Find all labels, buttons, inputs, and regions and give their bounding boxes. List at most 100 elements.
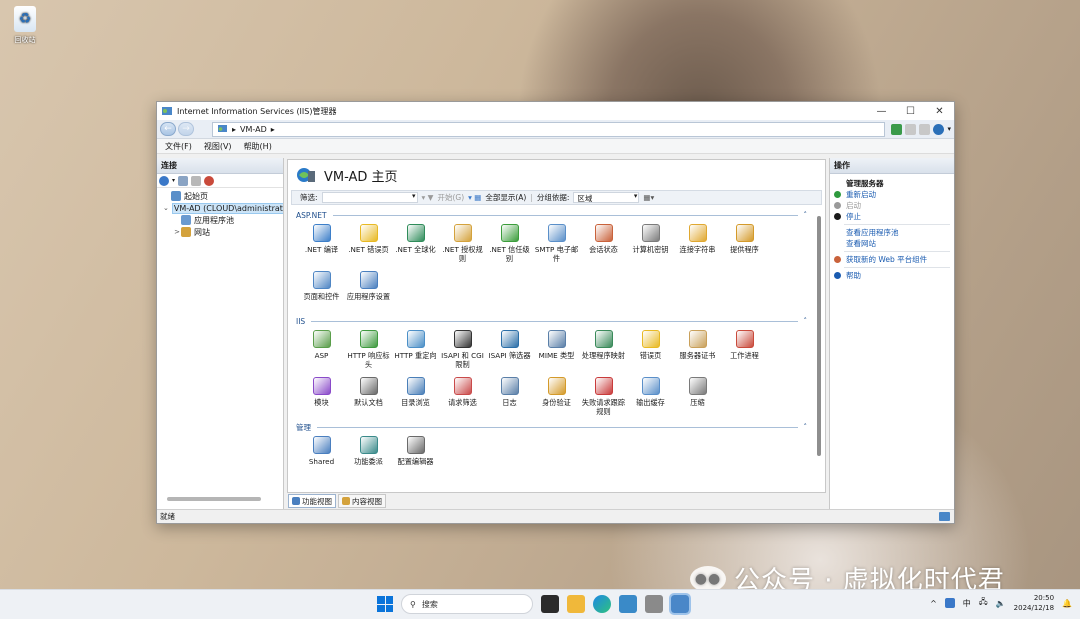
tree-node[interactable]: 应用程序池 [157, 214, 283, 226]
feature-item[interactable]: .NET 全球化 [392, 221, 439, 268]
feature-item[interactable]: 请求筛选 [439, 374, 486, 421]
tree-node[interactable]: ⌄ VM-AD (CLOUD\administrator) [157, 202, 283, 214]
feature-item[interactable]: 失败请求跟踪规则 [580, 374, 627, 421]
start-filter-button[interactable]: 开始(G) [437, 192, 464, 203]
clock[interactable]: 20:50 2024/12/18 [1014, 593, 1054, 613]
section-header[interactable]: 管理 ˄ [296, 421, 807, 433]
feature-item[interactable]: 服务器证书 [674, 327, 721, 374]
server-manager-icon[interactable] [619, 595, 637, 613]
volume-icon[interactable]: 🔈 [996, 599, 1006, 608]
tree-node[interactable]: > 网站 [157, 226, 283, 238]
view-mode-icon[interactable]: ▦▾ [643, 193, 654, 202]
action-item[interactable]: 查看应用程序池 [834, 227, 954, 238]
feature-item[interactable]: HTTP 重定向 [392, 327, 439, 374]
recycle-bin[interactable]: ♻ 回收站 [10, 6, 40, 45]
network-icon[interactable]: 🖧 [979, 596, 988, 610]
feature-item[interactable]: 错误页 [627, 327, 674, 374]
action-item[interactable]: 获取新的 Web 平台组件 [834, 254, 954, 265]
stop-nav-icon[interactable] [905, 123, 917, 135]
feature-item[interactable]: ASP [298, 327, 345, 374]
features-vscroll[interactable] [817, 216, 821, 456]
feature-item[interactable]: Shared [298, 433, 345, 480]
feature-item[interactable]: 模块 [298, 374, 345, 421]
address-node[interactable]: VM-AD [240, 125, 267, 134]
feature-item[interactable]: 处理程序映射 [580, 327, 627, 374]
action-item[interactable]: 查看网站 [834, 238, 954, 249]
save-icon[interactable] [178, 175, 189, 186]
feature-item[interactable]: .NET 信任级别 [486, 221, 533, 268]
action-item[interactable]: 重新启动 [834, 189, 954, 200]
feature-item[interactable]: .NET 编译 [298, 221, 345, 268]
iis-manager-taskbar-icon[interactable] [669, 593, 691, 615]
input-language[interactable]: 中 [963, 598, 971, 609]
tray-app-icon[interactable] [944, 598, 955, 608]
section-header[interactable]: IIS ˄ [296, 315, 807, 327]
address-path[interactable]: ▸ VM-AD ▸ [212, 121, 886, 137]
forward-button[interactable]: → [178, 122, 194, 136]
tree-node[interactable]: 起始页 [157, 190, 283, 202]
feature-item[interactable]: .NET 授权规则 [439, 221, 486, 268]
help-icon[interactable] [933, 123, 945, 135]
feature-item[interactable]: 会话状态 [580, 221, 627, 268]
feature-item[interactable]: 输出缓存 [627, 374, 674, 421]
feature-item[interactable]: 身份验证 [533, 374, 580, 421]
feature-item[interactable]: 目录浏览 [392, 374, 439, 421]
help-dropdown-icon[interactable]: ▾ [947, 125, 951, 133]
action-item[interactable]: 启动 [834, 200, 954, 211]
feature-item[interactable]: 压缩 [674, 374, 721, 421]
feature-item[interactable]: 提供程序 [721, 221, 768, 268]
refresh-icon[interactable] [891, 123, 903, 135]
notifications-icon[interactable]: 🔔 [1062, 599, 1072, 608]
feature-item[interactable]: 日志 [486, 374, 533, 421]
section-header[interactable]: ASP.NET ˄ [296, 209, 807, 221]
group-by-select[interactable]: 区域 [573, 192, 640, 203]
home-nav-icon[interactable] [919, 123, 931, 135]
feature-item[interactable]: ISAPI 和 CGI 限制 [439, 327, 486, 374]
feature-item[interactable]: SMTP 电子邮件 [533, 221, 580, 268]
title-bar[interactable]: Internet Information Services (IIS)管理器 —… [157, 102, 954, 120]
collapse-icon[interactable]: ˄ [804, 423, 808, 431]
feature-item[interactable]: 连接字符串 [674, 221, 721, 268]
show-all-button[interactable]: 全部显示(A) [485, 192, 526, 203]
tree-expander-icon[interactable]: ⌄ [163, 204, 169, 212]
menu-help[interactable]: 帮助(H) [244, 141, 272, 152]
feature-item[interactable]: 页面和控件 [298, 268, 345, 315]
edge-icon[interactable] [593, 595, 611, 613]
feature-item[interactable]: 计算机密钥 [627, 221, 674, 268]
close-button[interactable]: ✕ [925, 106, 954, 117]
connect-dropdown-icon[interactable]: ▾ [172, 177, 175, 184]
tab-content-view[interactable]: 内容视图 [338, 494, 386, 508]
feature-item[interactable]: MIME 类型 [533, 327, 580, 374]
maximize-button[interactable]: ☐ [896, 106, 925, 117]
feature-item[interactable]: ISAPI 筛选器 [486, 327, 533, 374]
filter-input[interactable] [321, 192, 418, 203]
tree-expander-icon[interactable]: > [173, 228, 181, 236]
feature-item[interactable]: 应用程序设置 [345, 268, 392, 315]
menu-file[interactable]: 文件(F) [165, 141, 192, 152]
back-button[interactable]: ← [160, 122, 176, 136]
minimize-button[interactable]: — [867, 106, 896, 117]
action-item[interactable]: 停止 [834, 211, 954, 222]
feature-item[interactable]: 配置编辑器 [392, 433, 439, 480]
connect-icon[interactable] [159, 175, 169, 186]
feature-item[interactable]: HTTP 响应标头 [345, 327, 392, 374]
network-tool-icon[interactable] [645, 595, 663, 613]
address-separator[interactable]: ▸ [271, 125, 275, 134]
taskbar-search[interactable]: ⚲ 搜索 [401, 594, 533, 614]
feature-item[interactable]: 工作进程 [721, 327, 768, 374]
feature-item[interactable]: .NET 错误页 [345, 221, 392, 268]
menu-view[interactable]: 视图(V) [204, 141, 232, 152]
collapse-icon[interactable]: ˄ [804, 317, 808, 325]
up-icon[interactable] [191, 175, 202, 186]
feature-item[interactable]: 默认文档 [345, 374, 392, 421]
file-explorer-icon[interactable] [567, 595, 585, 613]
collapse-icon[interactable]: ˄ [804, 211, 808, 219]
tab-features-view[interactable]: 功能视图 [288, 494, 336, 508]
action-item[interactable]: 帮助 [834, 270, 954, 281]
tray-overflow-icon[interactable]: ^ [930, 599, 937, 608]
task-view-icon[interactable] [541, 595, 559, 613]
connections-hscroll[interactable] [167, 497, 261, 501]
start-button[interactable] [377, 596, 393, 612]
feature-item[interactable]: 功能委派 [345, 433, 392, 480]
disconnect-icon[interactable] [204, 175, 215, 186]
